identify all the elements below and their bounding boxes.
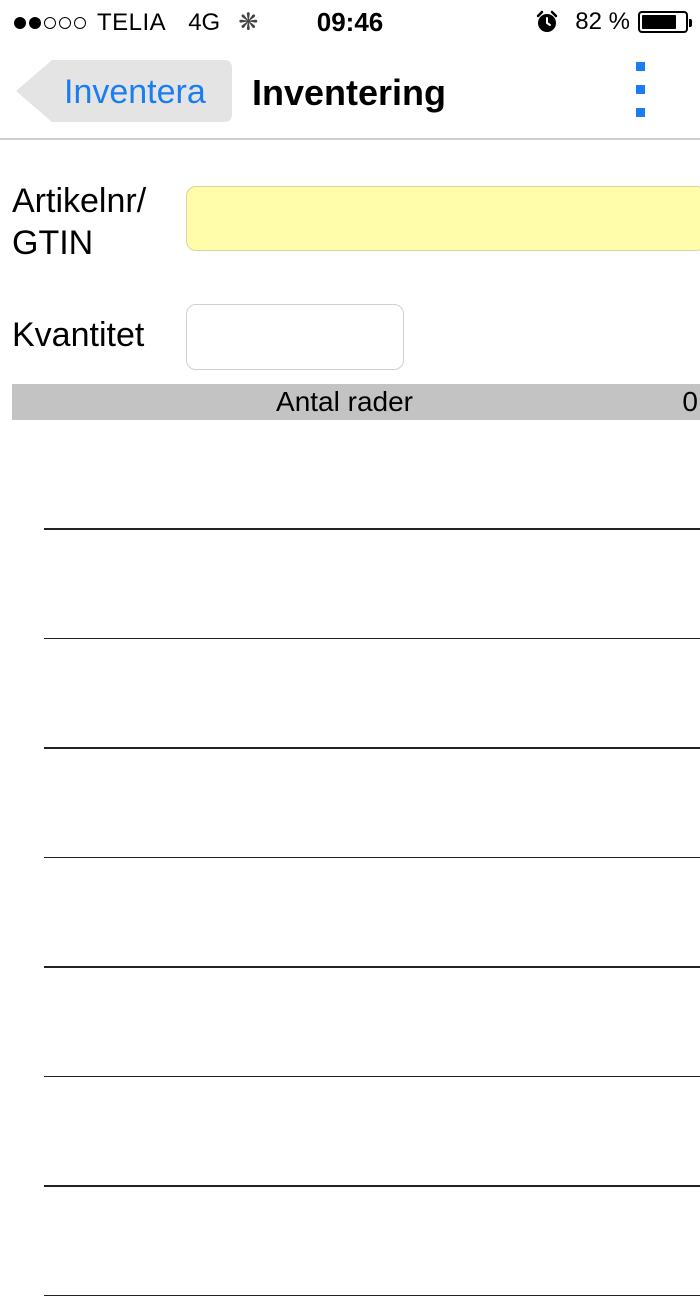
- status-bar: TELIA 4G ❋ 09:46 82 %: [0, 0, 700, 44]
- list-item[interactable]: [0, 968, 700, 1078]
- list-item[interactable]: [0, 420, 700, 530]
- artikelnr-gtin-input[interactable]: [186, 186, 700, 251]
- inventory-list: [0, 420, 700, 1296]
- carrier-name: TELIA: [97, 9, 166, 37]
- list-item[interactable]: [0, 530, 700, 640]
- artikelnr-gtin-label: Artikelnr/ GTIN: [12, 180, 182, 264]
- battery-icon: [638, 11, 688, 33]
- row-count-value: 0: [682, 384, 698, 420]
- battery-percentage: 82 %: [575, 8, 630, 36]
- network-type: 4G: [188, 9, 220, 37]
- list-item[interactable]: [0, 1187, 700, 1296]
- row-count-bar: Antal rader 0: [12, 384, 700, 420]
- status-right: 82 %: [535, 8, 688, 36]
- list-item[interactable]: [0, 639, 700, 749]
- back-button-label: Inventera: [64, 73, 206, 112]
- row-count-label: Antal rader: [12, 384, 677, 420]
- kvantitet-label: Kvantitet: [12, 314, 144, 356]
- list-item[interactable]: [0, 749, 700, 859]
- vertical-dots-menu-icon[interactable]: [628, 62, 652, 120]
- alarm-clock-icon: [535, 10, 559, 34]
- signal-strength-icon: [14, 17, 89, 29]
- loading-spinner-icon: ❋: [238, 8, 258, 37]
- navigation-bar: Inventera Inventering: [0, 44, 700, 140]
- status-left: TELIA 4G ❋: [14, 8, 258, 37]
- kvantitet-input[interactable]: [186, 304, 404, 370]
- list-item[interactable]: [0, 858, 700, 968]
- back-button[interactable]: Inventera: [16, 60, 232, 122]
- page-title: Inventering: [252, 72, 446, 114]
- list-item[interactable]: [0, 1077, 700, 1187]
